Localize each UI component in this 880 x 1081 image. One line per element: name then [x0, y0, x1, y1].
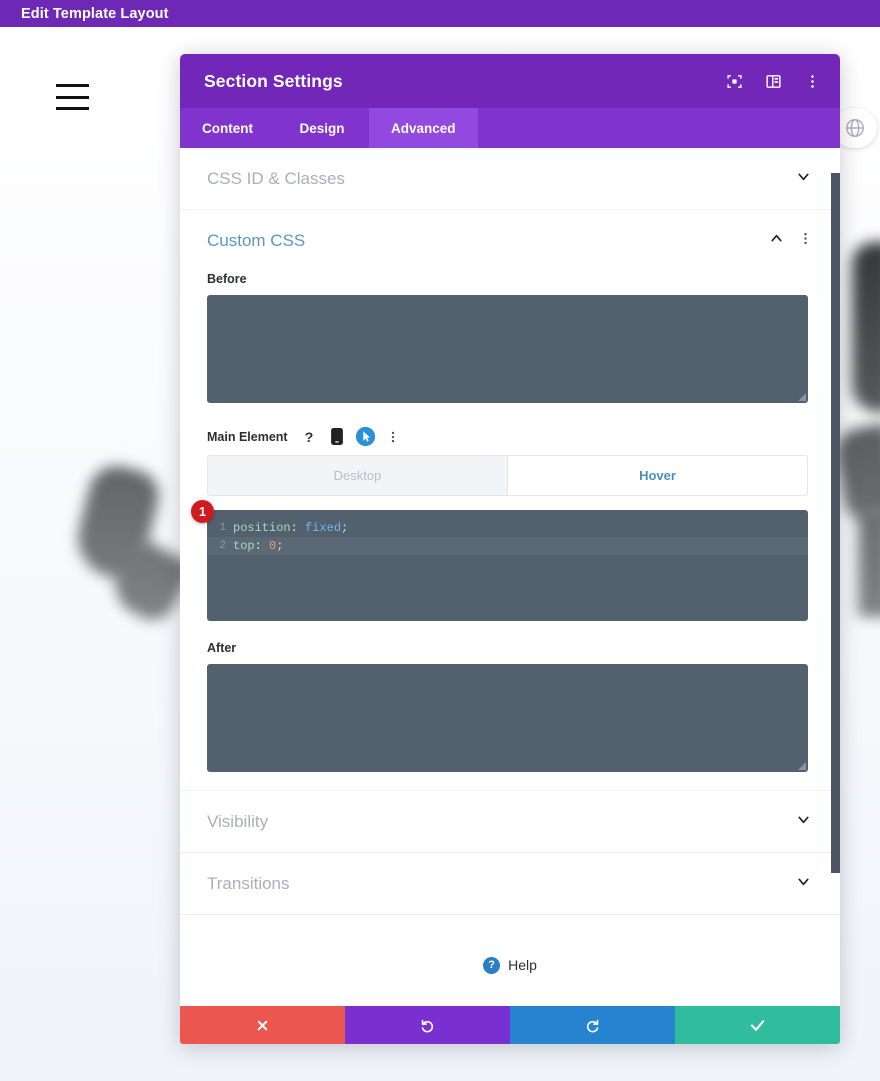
redo-button[interactable] [510, 1006, 675, 1044]
main-element-editor-wrap: 1 1 position: fixed; 2 top: 0; [191, 500, 813, 621]
more-options-icon[interactable] [803, 72, 821, 90]
code-token-semicolon: ; [276, 539, 284, 553]
code-line-text: top: 0; [233, 539, 283, 553]
code-line-text: position: fixed; [233, 521, 348, 535]
code-token-colon: : [254, 539, 262, 553]
tab-content[interactable]: Content [180, 108, 275, 148]
layout-panel-icon[interactable] [764, 72, 782, 90]
modal-body: CSS ID & Classes Custom CSS Before Main … [180, 148, 840, 1006]
after-label: After [207, 641, 237, 655]
modal-scrollbar-thumb[interactable] [831, 173, 840, 873]
accordion-css-id-classes-label: CSS ID & Classes [207, 168, 345, 188]
tab-advanced[interactable]: Advanced [369, 108, 478, 148]
background-blur-shape [858, 507, 880, 617]
more-options-icon[interactable] [798, 231, 813, 251]
undo-button[interactable] [345, 1006, 510, 1044]
code-token-property: top [233, 539, 255, 553]
hamburger-bar [56, 84, 89, 87]
modal-header: Section Settings [180, 54, 840, 108]
state-tab-desktop[interactable]: Desktop [208, 456, 508, 495]
custom-css-header[interactable]: Custom CSS [207, 210, 813, 272]
code-line-number: 1 [219, 522, 226, 534]
hamburger-bar [56, 107, 89, 110]
tab-design[interactable]: Design [275, 108, 369, 148]
code-token-property: position [233, 521, 291, 535]
accordion-transitions-label: Transitions [207, 873, 290, 893]
modal-title: Section Settings [204, 70, 343, 91]
hamburger-menu-icon[interactable] [56, 84, 89, 110]
background-blur-shape [852, 242, 880, 412]
accordion-transitions[interactable]: Transitions [180, 853, 840, 915]
focus-target-icon[interactable] [725, 72, 743, 90]
code-line-number: 2 [219, 540, 226, 552]
page-root: Edit Template Layout Section Settings Co… [0, 0, 880, 1081]
accordion-visibility[interactable]: Visibility [180, 791, 840, 853]
mobile-device-icon[interactable] [328, 427, 347, 446]
custom-css-tools [768, 230, 813, 252]
section-custom-css: Custom CSS Before Main Element ? Desktop… [180, 210, 840, 791]
modal-header-actions [725, 72, 821, 90]
main-element-row: Main Element ? [207, 427, 813, 446]
code-line: 2 top: 0; [207, 537, 808, 555]
field-before: Before [207, 272, 813, 403]
main-element-code-editor[interactable]: 1 position: fixed; 2 top: 0; [207, 510, 808, 621]
modal-footer [180, 1006, 840, 1044]
before-textarea[interactable] [207, 295, 808, 403]
after-textarea[interactable] [207, 664, 808, 772]
state-tab-hover[interactable]: Hover [508, 456, 807, 495]
help-icon[interactable]: ? [300, 427, 319, 446]
section-settings-modal: Section Settings Content Design Advanced… [180, 54, 840, 1044]
step-badge-1: 1 [191, 500, 214, 523]
code-token-colon: : [290, 521, 298, 535]
main-element-label: Main Element [207, 429, 288, 444]
top-app-bar: Edit Template Layout [0, 0, 880, 27]
code-token-value: fixed [305, 521, 342, 535]
help-row[interactable]: ? Help [180, 915, 840, 1006]
help-label: Help [508, 957, 537, 973]
chevron-up-icon[interactable] [768, 230, 785, 252]
code-token-semicolon: ; [341, 521, 349, 535]
top-app-bar-title: Edit Template Layout [21, 5, 169, 22]
cancel-button[interactable] [180, 1006, 345, 1044]
chevron-down-icon [795, 168, 812, 190]
field-after: After [207, 641, 813, 772]
chevron-down-icon [795, 873, 812, 895]
accordion-visibility-label: Visibility [207, 811, 269, 831]
help-icon: ? [483, 956, 501, 974]
accordion-css-id-classes[interactable]: CSS ID & Classes [180, 148, 840, 210]
hamburger-bar [56, 95, 89, 99]
more-options-icon[interactable] [384, 427, 403, 446]
modal-tabbar: Content Design Advanced [180, 108, 840, 148]
save-button[interactable] [675, 1006, 840, 1044]
before-label: Before [207, 272, 247, 286]
custom-css-title: Custom CSS [207, 231, 306, 250]
hover-cursor-icon[interactable] [355, 427, 375, 446]
state-tabs: Desktop Hover [207, 455, 808, 496]
chevron-down-icon [795, 811, 812, 833]
modal-scrollbar[interactable] [831, 148, 840, 1006]
code-line: 1 position: fixed; [207, 519, 808, 537]
